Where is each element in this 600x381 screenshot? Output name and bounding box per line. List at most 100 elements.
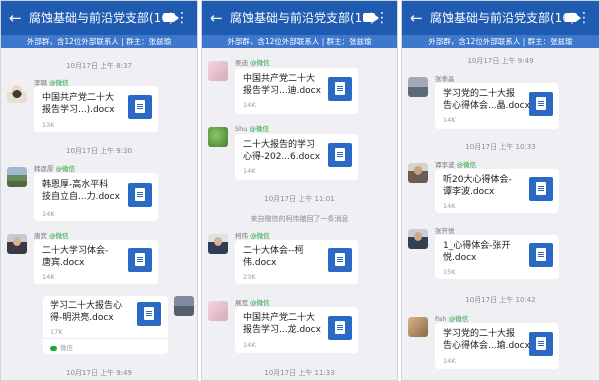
docx-file-icon xyxy=(128,95,152,119)
file-size: 14K xyxy=(443,116,456,124)
sender-name: 唐宾 @微信 xyxy=(34,232,69,240)
timestamp: 10月17日 上午 10:33 xyxy=(465,143,536,151)
system-notice: 来自微信的柯伟撤回了一条消息 xyxy=(250,215,349,223)
file-size: 17K xyxy=(50,328,63,336)
chat-title: 腐蚀基础与前沿党支部(16) xyxy=(230,11,375,25)
back-arrow-icon[interactable]: ← xyxy=(9,9,22,27)
chat-panel-2: ← 腐蚀基础与前沿党支部(16) ⋮ 外部群，含12位外部联系人 | 群主：张兹… xyxy=(201,0,398,381)
sender-name: Shu @微信 xyxy=(235,125,269,133)
avatar[interactable] xyxy=(7,83,27,103)
avatar[interactable] xyxy=(408,163,428,183)
timestamp: 10月17日 上午 8:37 xyxy=(66,62,132,70)
avatar[interactable] xyxy=(208,234,228,254)
file-size: 15K xyxy=(443,268,456,276)
file-size: 14K xyxy=(243,167,256,175)
avatar[interactable] xyxy=(408,229,428,249)
docx-file-icon xyxy=(128,183,152,207)
timestamp: 10月17日 上午 10:42 xyxy=(465,296,536,304)
file-message[interactable]: 学习党的二十大报 告心得体会...瑜.docx 14K xyxy=(435,323,559,369)
file-size: 14K xyxy=(443,202,456,210)
file-message[interactable]: 韩恩厚-高水平科 技自立自...力.docx 14K xyxy=(34,173,158,221)
file-name: 韩恩厚-高水平科 技自立自...力.docx xyxy=(42,180,120,202)
timestamp: 10月17日 上午 11:01 xyxy=(264,195,335,203)
file-name: 中国共产党二十大 报告学习...迪.docx xyxy=(243,74,321,96)
avatar[interactable] xyxy=(408,317,428,337)
sender-name: 韩恩厚 @微信 xyxy=(34,165,76,173)
file-message[interactable]: 中国共产党二十大 报告学习...迪.docx 14K xyxy=(235,68,358,114)
back-arrow-icon[interactable]: ← xyxy=(210,9,223,27)
docx-file-icon xyxy=(137,302,161,326)
file-message[interactable]: 二十大报告的学习 心得-202...6.docx 14K xyxy=(235,134,358,180)
avatar[interactable] xyxy=(408,77,428,97)
sender-name: 张季晶 xyxy=(435,75,455,83)
file-size: 14K xyxy=(243,101,256,109)
file-message[interactable]: 二十大学习体会- 唐宾.docx 14K xyxy=(34,240,158,284)
chat-title: 腐蚀基础与前沿党支部(16) xyxy=(430,11,575,25)
more-icon[interactable]: ⋮ xyxy=(577,9,591,27)
video-call-icon[interactable] xyxy=(363,13,379,22)
docx-file-icon xyxy=(328,77,352,101)
file-message[interactable]: 听20大心得体会- 谭李波.docx 14K xyxy=(435,169,559,213)
file-name: 中国共产党二十大 报告学习...).docx xyxy=(42,93,115,115)
avatar[interactable] xyxy=(208,127,228,147)
chat-panel-3: ← 腐蚀基础与前沿党支部(16) ⋮ 外部群，含12位外部联系人 | 群主：张兹… xyxy=(401,0,600,381)
avatar[interactable] xyxy=(7,167,27,187)
timestamp: 10月17日 上午 9:49 xyxy=(467,57,534,65)
chat-header: ← 腐蚀基础与前沿党支部(16) ⋮ xyxy=(1,1,197,35)
timestamp: 10月17日 上午 9:30 xyxy=(66,147,132,155)
group-info-bar[interactable]: 外部群，含12位外部联系人 | 群主：张兹瑜 xyxy=(202,35,397,48)
chat-panel-1: ← 腐蚀基础与前沿党支部(16) ⋮ 外部群，含12位外部联系人 | 群主：张兹… xyxy=(0,0,198,381)
file-name: 听20大心得体会- 谭李波.docx xyxy=(443,175,512,197)
timestamp: 10月17日 上午 9:49 xyxy=(66,369,132,377)
file-name: 学习党的二十大报 告心得体会...晶.docx xyxy=(443,89,530,111)
sender-name: 展宽 @微信 xyxy=(235,299,270,307)
group-info-bar[interactable]: 外部群，含12位外部联系人 | 群主：张兹瑜 xyxy=(402,35,599,48)
sender-name: fish @微信 xyxy=(435,315,469,323)
sender-name: 谭李波 @微信 xyxy=(435,161,477,169)
group-info-bar[interactable]: 外部群，含12位外部联系人 | 群主：张兹瑜 xyxy=(1,35,197,48)
avatar[interactable] xyxy=(208,301,228,321)
file-name: 二十大报告的学习 心得-202...6.docx xyxy=(243,140,321,162)
file-message[interactable]: 二十大体会--柯 伟.docx 23K xyxy=(235,240,358,284)
docx-file-icon xyxy=(328,248,352,272)
chat-header: ← 腐蚀基础与前沿党支部(16) ⋮ xyxy=(402,1,599,35)
avatar[interactable] xyxy=(174,296,194,316)
file-size: 14K xyxy=(443,357,456,365)
back-arrow-icon[interactable]: ← xyxy=(410,9,423,27)
chat-title: 腐蚀基础与前沿党支部(16) xyxy=(29,11,174,25)
wechat-source-label: 微信 xyxy=(50,342,73,352)
sender-name: 张开悦 xyxy=(435,227,455,235)
file-size: 14K xyxy=(42,273,55,281)
file-name: 学习党的二十大报 告心得体会...瑜.docx xyxy=(443,329,530,351)
docx-file-icon xyxy=(529,177,553,201)
file-name: 中国共产党二十大 报告学习...龙.docx xyxy=(243,313,321,335)
chat-header: ← 腐蚀基础与前沿党支部(16) ⋮ xyxy=(202,1,397,35)
file-message[interactable]: 学习二十大报告心 得-明洪亮.docx 17K 微信 xyxy=(43,296,168,354)
docx-file-icon xyxy=(328,143,352,167)
file-name: 二十大学习体会- 唐宾.docx xyxy=(42,246,109,268)
file-size: 23K xyxy=(243,273,256,281)
avatar[interactable] xyxy=(208,61,228,81)
file-name: 学习二十大报告心 得-明洪亮.docx xyxy=(50,301,123,323)
divider xyxy=(43,338,168,339)
file-name: 二十大体会--柯 伟.docx xyxy=(243,246,304,268)
file-size: 14K xyxy=(243,341,256,349)
timestamp: 10月17日 上午 11:33 xyxy=(264,369,335,377)
more-icon[interactable]: ⋮ xyxy=(175,9,189,27)
file-size: 13K xyxy=(42,121,55,129)
docx-file-icon xyxy=(529,332,553,356)
file-size: 14K xyxy=(42,210,55,218)
video-call-icon[interactable] xyxy=(163,13,179,22)
sender-name: 柯伟 @微信 xyxy=(235,232,270,240)
docx-file-icon xyxy=(328,316,352,340)
file-message[interactable]: 学习党的二十大报 告心得体会...晶.docx 14K xyxy=(435,83,559,129)
file-message[interactable]: 1_心得体会-张开 悦.docx 15K xyxy=(435,235,559,279)
video-call-icon[interactable] xyxy=(565,13,581,22)
sender-name: 吴迪 @微信 xyxy=(235,59,270,67)
more-icon[interactable]: ⋮ xyxy=(375,9,389,27)
file-message[interactable]: 中国共产党二十大 报告学习...龙.docx 14K xyxy=(235,307,358,353)
file-message[interactable]: 中国共产党二十大 报告学习...).docx 13K xyxy=(34,86,158,132)
docx-file-icon xyxy=(529,243,553,267)
docx-file-icon xyxy=(529,92,553,116)
avatar[interactable] xyxy=(7,234,27,254)
